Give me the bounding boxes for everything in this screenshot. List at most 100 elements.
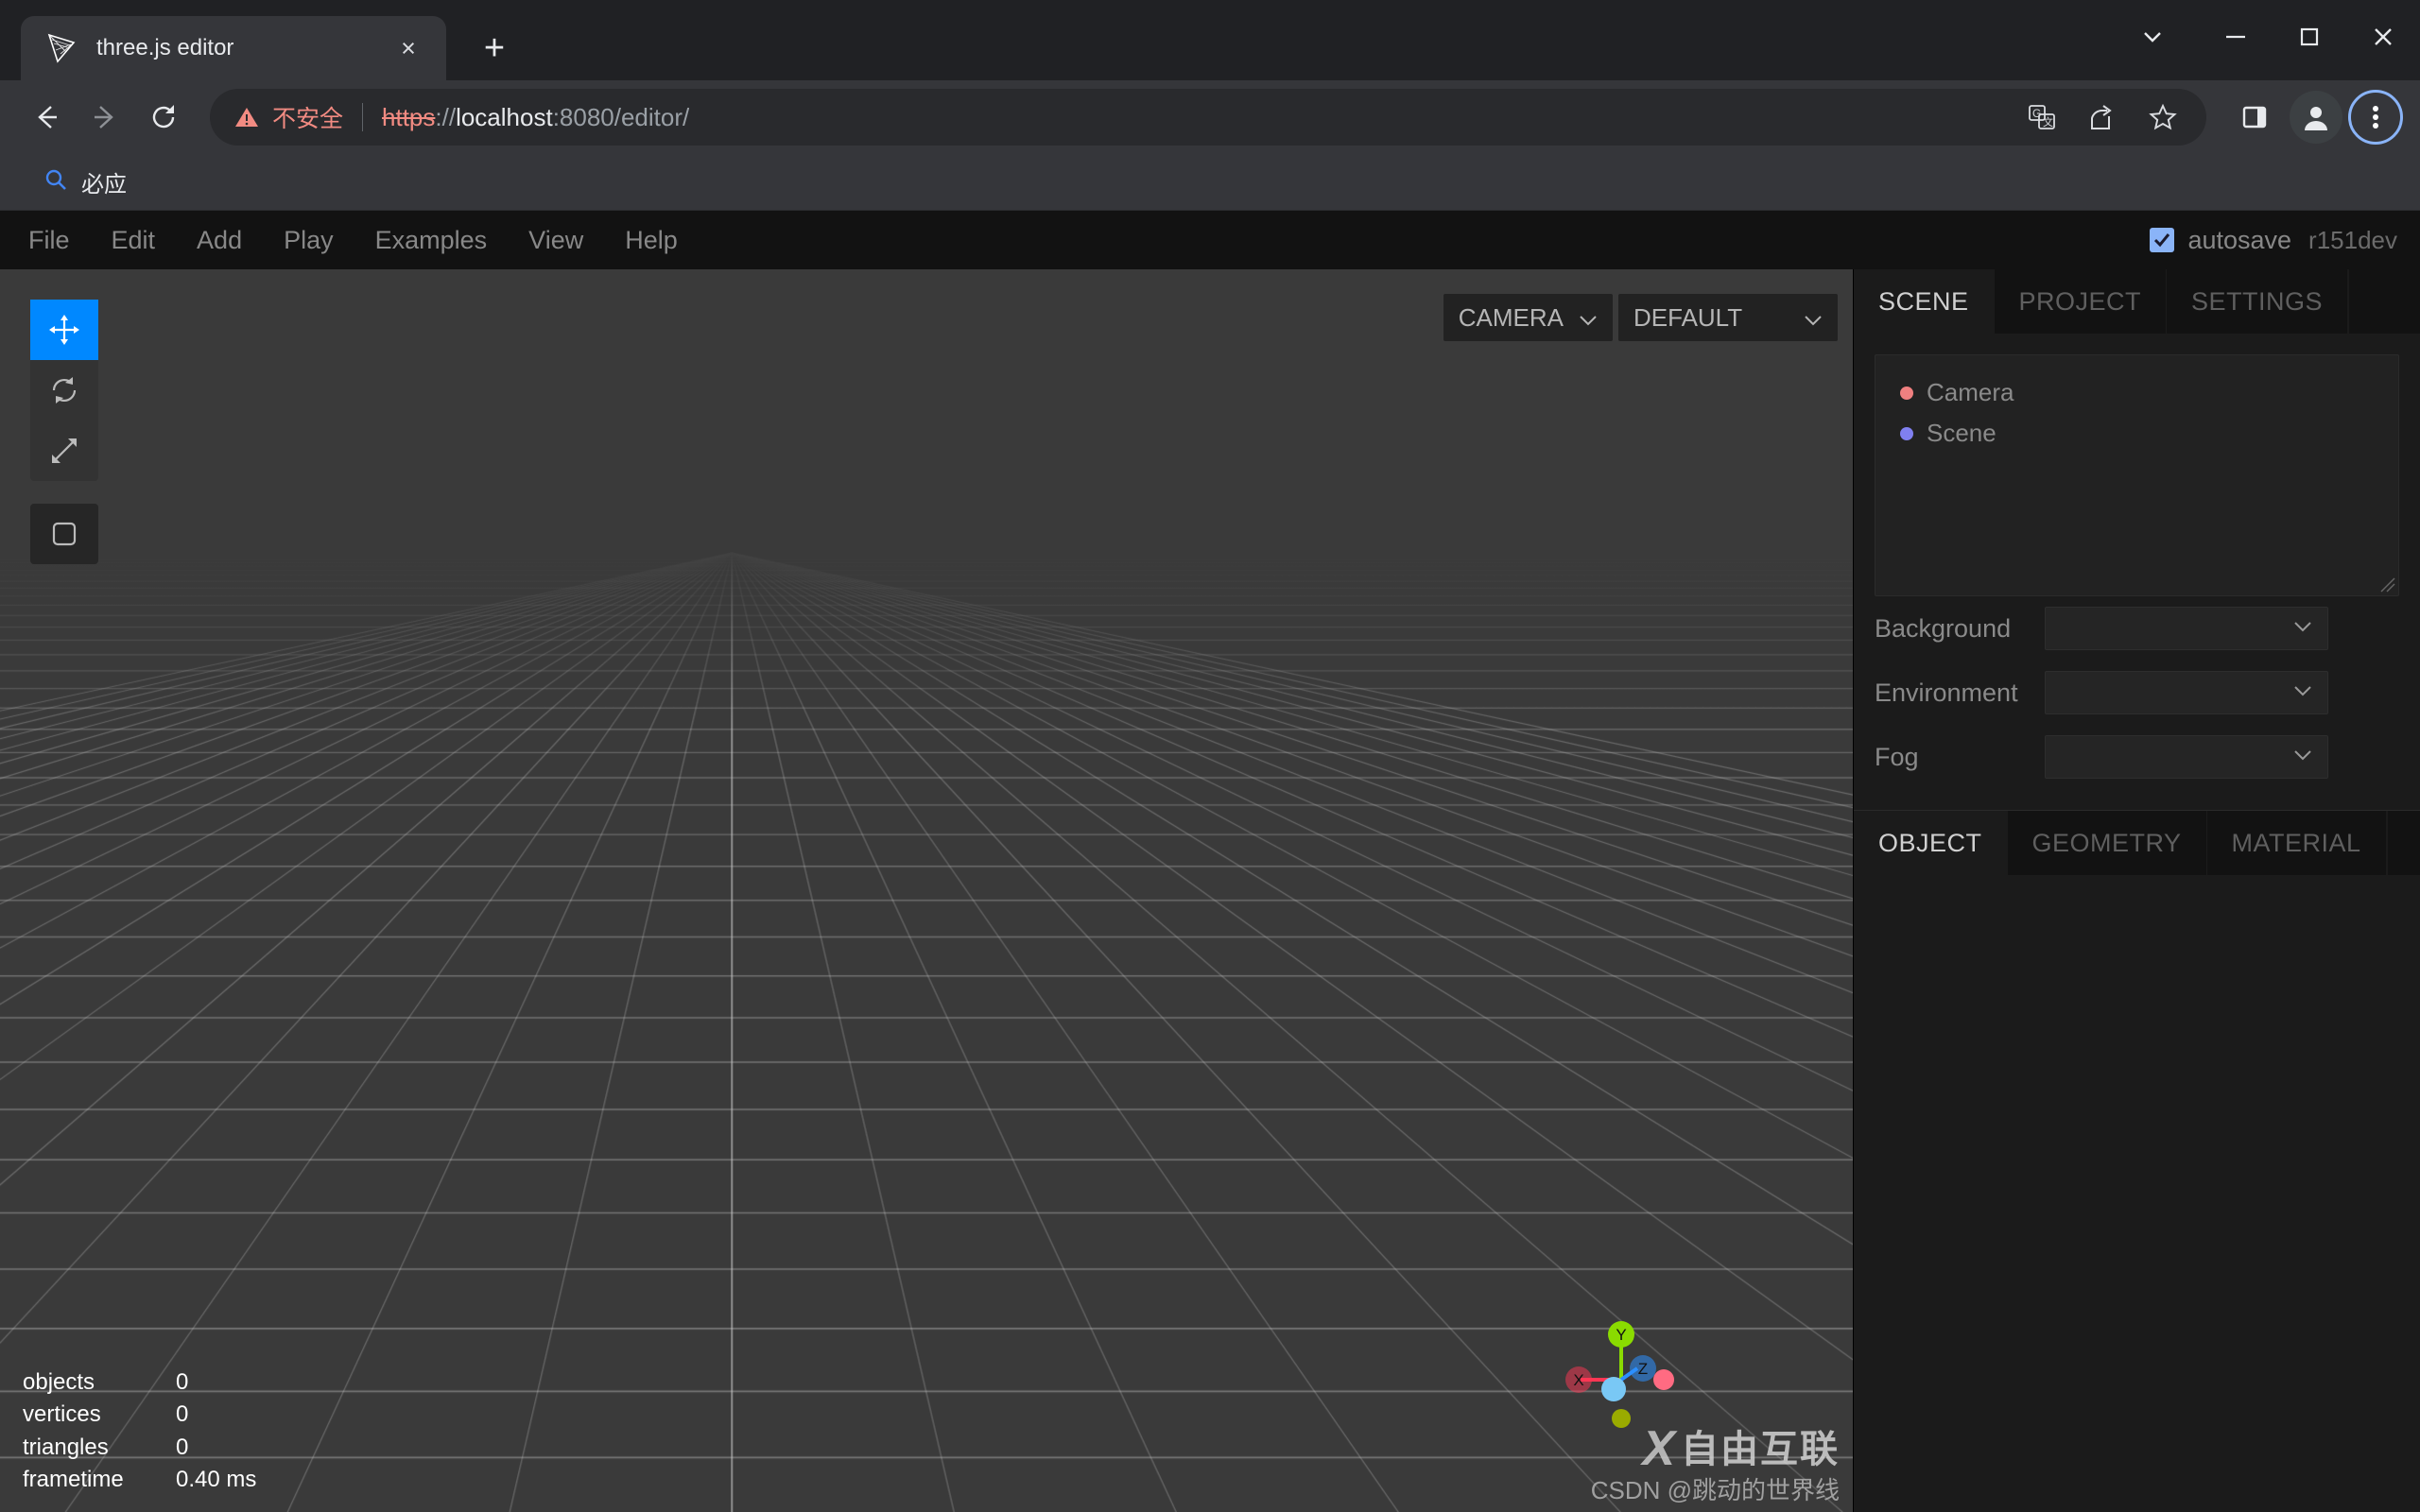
resize-grip-icon[interactable]	[2378, 576, 2395, 593]
rotate-tool-button[interactable]	[30, 360, 98, 421]
editor-sidebar: SCENE PROJECT SETTINGS Camera Scene Back…	[1853, 269, 2420, 1512]
tab-project[interactable]: PROJECT	[1995, 269, 2168, 334]
chevron-down-icon	[2293, 748, 2312, 765]
environment-label: Environment	[1875, 678, 2018, 707]
bookmark-item-bing[interactable]: 必应	[32, 160, 138, 204]
browser-window: three.js editor × + 不安全 https://localhos…	[0, 0, 2420, 1512]
tabbar-filler	[2348, 269, 2420, 334]
scale-tool-button[interactable]	[30, 421, 98, 481]
node-type-dot	[1900, 426, 1913, 440]
gizmo-y-label: Y	[1616, 1326, 1626, 1344]
maximize-icon[interactable]	[2273, 0, 2346, 74]
translate-icon[interactable]: G 文	[2015, 91, 2068, 144]
environment-select[interactable]	[2045, 671, 2328, 714]
viewport-3d[interactable]: CAMERA DEFAULT objects 0 vertices 0 tria…	[0, 269, 1853, 1512]
url-text: https://localhost:8080/editor/	[382, 103, 689, 132]
svg-text:文: 文	[2043, 115, 2053, 129]
stat-frametime-label: frametime	[23, 1467, 124, 1493]
svg-text:G: G	[2032, 107, 2041, 120]
watermark-logo: X 自由互联	[1591, 1421, 1840, 1477]
url-host: localhost	[456, 102, 553, 131]
row-fog: Fog	[1875, 725, 2420, 789]
browser-toolbar: 不安全 https://localhost:8080/editor/ G 文	[0, 80, 2420, 154]
stat-frametime-value: 0.40 ms	[176, 1467, 257, 1493]
sidebar-tabbar: SCENE PROJECT SETTINGS	[1854, 269, 2420, 334]
menu-add[interactable]: Add	[176, 211, 263, 269]
profile-avatar-icon[interactable]	[2290, 91, 2342, 144]
stat-triangles-label: triangles	[23, 1434, 109, 1460]
tab-settings[interactable]: SETTINGS	[2167, 269, 2349, 334]
menu-edit[interactable]: Edit	[91, 211, 177, 269]
stat-triangles-value: 0	[176, 1434, 189, 1460]
space-toggle-group	[30, 504, 98, 564]
minimize-icon[interactable]	[2199, 0, 2273, 74]
menu-examples[interactable]: Examples	[354, 211, 509, 269]
version-label: r151dev	[2308, 225, 2397, 254]
object-tabbar-filler	[2386, 811, 2420, 875]
fog-select[interactable]	[2045, 735, 2328, 779]
axis-gizmo[interactable]: Z X Y	[1560, 1314, 1683, 1436]
camera-select[interactable]: CAMERA	[1443, 294, 1613, 341]
tab-geometry[interactable]: GEOMETRY	[2008, 811, 2207, 875]
scene-outliner[interactable]: Camera Scene	[1875, 354, 2399, 596]
close-window-icon[interactable]	[2346, 0, 2420, 74]
object-properties-panel	[1854, 875, 2420, 1512]
outliner-item-camera[interactable]: Camera	[1876, 372, 2398, 413]
not-secure-warning-icon	[234, 105, 259, 129]
omnibox-actions: G 文	[2015, 91, 2189, 144]
watermark: X 自由互联 CSDN @跳动的世界线	[1590, 1421, 1840, 1506]
forward-button[interactable]	[76, 88, 134, 146]
editor-workspace: CAMERA DEFAULT objects 0 vertices 0 tria…	[0, 269, 2420, 1512]
autosave-toggle[interactable]: autosave	[2150, 226, 2291, 255]
url-path: :8080/editor/	[552, 102, 690, 131]
bookmark-star-icon[interactable]	[2136, 91, 2189, 144]
reload-button[interactable]	[134, 88, 193, 146]
address-bar[interactable]: 不安全 https://localhost:8080/editor/ G 文	[210, 89, 2206, 146]
chrome-menu-icon[interactable]	[2348, 90, 2403, 145]
viewport-dropdowns: CAMERA DEFAULT	[1443, 294, 1838, 341]
security-status-label[interactable]: 不安全	[272, 100, 343, 134]
outliner-item-scene[interactable]: Scene	[1876, 413, 2398, 454]
viewport-stats: objects 0 vertices 0 triangles 0 frameti…	[23, 1366, 256, 1497]
tab-search-chevron-icon[interactable]	[2106, 0, 2199, 74]
gizmo-x-label: X	[1573, 1371, 1583, 1389]
watermark-logo-x: X	[1642, 1421, 1675, 1477]
background-select[interactable]	[2045, 607, 2328, 650]
camera-select-value: CAMERA	[1458, 302, 1564, 332]
local-world-toggle-button[interactable]	[30, 504, 98, 564]
stat-frametime: frametime 0.40 ms	[23, 1464, 256, 1497]
translate-tool-button[interactable]	[30, 300, 98, 360]
menu-view[interactable]: View	[508, 211, 604, 269]
menu-file[interactable]: File	[8, 211, 91, 269]
autosave-checkbox-icon[interactable]	[2150, 228, 2175, 252]
tab-material[interactable]: MATERIAL	[2207, 811, 2387, 875]
object-tabbar: OBJECT GEOMETRY MATERIAL	[1854, 811, 2420, 875]
bookmark-label: 必应	[81, 172, 127, 198]
editor-menubar: File Edit Add Play Examples View Help au…	[0, 211, 2420, 269]
tab-object[interactable]: OBJECT	[1854, 811, 2008, 875]
url-separator: ://	[435, 102, 457, 131]
back-button[interactable]	[17, 88, 76, 146]
chevron-down-icon	[2293, 684, 2312, 701]
share-icon[interactable]	[2076, 91, 2129, 144]
stat-vertices-label: vertices	[23, 1401, 101, 1428]
row-background: Background	[1875, 596, 2420, 661]
tab-scene[interactable]: SCENE	[1854, 269, 1995, 334]
row-environment: Environment	[1875, 661, 2420, 725]
stat-objects-label: objects	[23, 1368, 95, 1395]
menubar-right-group: autosave r151dev	[2150, 211, 2397, 269]
menu-help[interactable]: Help	[604, 211, 699, 269]
shading-select[interactable]: DEFAULT	[1618, 294, 1838, 341]
watermark-credit: CSDN @跳动的世界线	[1590, 1476, 1840, 1504]
shading-select-value: DEFAULT	[1634, 302, 1743, 332]
omnibox-divider	[362, 103, 364, 131]
side-panel-icon[interactable]	[2225, 88, 2284, 146]
menu-play[interactable]: Play	[263, 211, 354, 269]
gizmo-z-label: Z	[1638, 1360, 1648, 1378]
autosave-label: autosave	[2187, 225, 2292, 254]
browser-tab[interactable]: three.js editor ×	[21, 16, 446, 80]
new-tab-button[interactable]: +	[467, 21, 522, 76]
tab-close-icon[interactable]: ×	[389, 29, 427, 67]
chevron-down-icon	[1804, 303, 1823, 333]
chevron-down-icon	[2293, 620, 2312, 637]
